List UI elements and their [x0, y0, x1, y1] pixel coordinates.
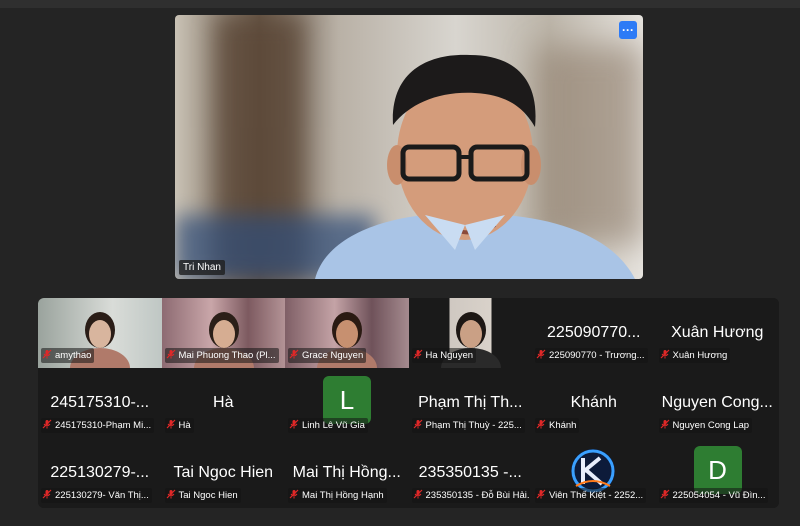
participant-name: amythao [55, 350, 92, 361]
participant-name: Linh Lê Vũ Gia [302, 420, 365, 431]
participant-name-label: Viên Thế Kiệt - 2252... [535, 488, 647, 503]
participant-display-name: Xuân Hương [671, 324, 764, 341]
participant-display-name: Nguyen Cong... [661, 394, 773, 411]
participant-name: Mai Phuong Thao (Pl... [178, 350, 276, 361]
mic-muted-icon [289, 419, 299, 432]
participant-tile[interactable]: 235350135 -... 235350135 - Đỗ Bùi Hải... [408, 438, 532, 508]
participant-tile[interactable]: 245175310-... 245175310-Phạm Mi... [38, 368, 162, 438]
avatar: D [693, 446, 742, 494]
participant-tile[interactable]: 225130279-... 225130279- Văn Thị... [38, 438, 162, 508]
mic-muted-icon [660, 419, 670, 432]
participant-name: 225090770 - Trương... [549, 350, 645, 361]
mic-muted-icon [413, 349, 423, 362]
participant-name-label: amythao [41, 348, 95, 363]
participant-name: Xuân Hương [672, 350, 728, 361]
participant-name: Hà [178, 420, 191, 431]
mic-muted-icon [413, 489, 423, 502]
participant-name: Ha Nguyen [425, 350, 474, 361]
avatar: L [323, 376, 371, 424]
mic-muted-icon [536, 419, 546, 432]
avatar-letter: L [339, 384, 355, 415]
mic-muted-icon [166, 489, 176, 502]
participant-display-name: 245175310-... [50, 394, 150, 411]
participant-name-label: Nguyen Cong Lap [658, 418, 753, 433]
participant-name-label: Linh Lê Vũ Gia [288, 418, 368, 433]
participant-tile[interactable]: Tai Ngoc Hien Tai Ngoc Hien [161, 438, 285, 508]
participant-tile[interactable]: Grace Nguyen [285, 298, 409, 368]
participant-name: 225054054 - Vũ Đìn... [672, 490, 766, 501]
active-speaker-video[interactable]: ··· Tri Nhan [175, 15, 643, 279]
participant-display-name: 235350135 -... [418, 464, 522, 481]
mic-muted-icon [166, 419, 176, 432]
participant-name-label: Khánh [535, 418, 580, 433]
participant-name-label: 225090770 - Trương... [535, 348, 648, 363]
participant-tile[interactable]: Nguyen Cong... Nguyen Cong Lap [655, 368, 779, 438]
participant-tile[interactable]: Ha Nguyen [408, 298, 532, 368]
more-options-button[interactable]: ··· [619, 21, 637, 39]
mic-muted-icon [289, 489, 299, 502]
mic-muted-icon [413, 419, 423, 432]
mic-muted-icon [42, 419, 52, 432]
participant-tile[interactable]: D 225054054 - Vũ Đìn... [655, 438, 779, 508]
mic-muted-icon [536, 489, 546, 502]
participant-display-name: Mai Thị Hồng... [292, 464, 401, 481]
participant-tile[interactable]: 225090770... 225090770 - Trương... [532, 298, 656, 368]
participant-name-label: Ha Nguyen [411, 348, 477, 363]
participant-name: Khánh [549, 420, 577, 431]
participant-display-name: 225090770... [547, 324, 641, 341]
participant-tile[interactable]: Viên Thế Kiệt - 2252... [532, 438, 656, 508]
participant-tile[interactable]: Mai Phuong Thao (Pl... [161, 298, 285, 368]
participant-tile[interactable]: Mai Thị Hồng... Mai Thị Hồng Hạnh [285, 438, 409, 508]
participant-name: Viên Thế Kiệt - 2252... [549, 490, 644, 501]
participant-name-label: Hà [164, 418, 194, 433]
participant-name-label: Phạm Thị Thuỳ - 225... [411, 418, 525, 433]
participant-tile[interactable]: L Linh Lê Vũ Gia [285, 368, 409, 438]
mic-muted-icon [166, 349, 176, 362]
participant-name: Tai Ngoc Hien [178, 490, 238, 501]
mic-muted-icon [42, 349, 52, 362]
participant-gallery: amythao Mai Phuong Thao (Pl... Grace Nguye… [38, 298, 779, 508]
participant-tile[interactable]: amythao [38, 298, 162, 368]
participant-tile[interactable]: Xuân Hương Xuân Hương [655, 298, 779, 368]
participant-name: Nguyen Cong Lap [672, 420, 750, 431]
participant-display-name: Khánh [570, 394, 617, 411]
mic-muted-icon [660, 489, 670, 502]
mic-muted-icon [536, 349, 546, 362]
participant-name: 225130279- Văn Thị... [55, 490, 149, 501]
speaker-person-image [315, 54, 635, 279]
participant-name-label: Grace Nguyen [288, 348, 367, 363]
participant-tile[interactable]: Phạm Thị Th... Phạm Thị Thuỳ - 225... [408, 368, 532, 438]
participant-name-label: Tai Ngoc Hien [164, 488, 241, 503]
participant-name-label: Mai Phuong Thao (Pl... [164, 348, 279, 363]
participant-name-label: Mai Thị Hồng Hạnh [288, 488, 387, 503]
mic-muted-icon [660, 349, 670, 362]
participant-display-name: Tai Ngoc Hien [173, 464, 274, 481]
participant-name: Mai Thị Hồng Hạnh [302, 490, 384, 501]
participant-display-name: 225130279-... [50, 464, 150, 481]
ellipsis-icon: ··· [622, 23, 634, 37]
participant-name-label: 225130279- Văn Thị... [41, 488, 152, 503]
participant-name-label: 245175310-Phạm Mi... [41, 418, 155, 433]
participant-name: 245175310-Phạm Mi... [55, 420, 152, 431]
top-bar [0, 0, 800, 8]
participant-name-label: 235350135 - Đỗ Bùi Hải... [411, 488, 530, 503]
speaker-name-label: Tri Nhan [179, 260, 225, 275]
participant-name-label: 225054054 - Vũ Đìn... [658, 488, 769, 503]
participant-tile[interactable]: Khánh Khánh [532, 368, 656, 438]
participant-tile[interactable]: Hà Hà [161, 368, 285, 438]
participant-display-name: Hà [213, 394, 234, 411]
mic-muted-icon [289, 349, 299, 362]
avatar-letter: D [708, 454, 727, 485]
participant-display-name: Phạm Thị Th... [418, 394, 523, 411]
participant-name: Phạm Thị Thuỳ - 225... [425, 420, 522, 431]
participant-name-label: Xuân Hương [658, 348, 731, 363]
participant-name: 235350135 - Đỗ Bùi Hải... [425, 490, 530, 501]
mic-muted-icon [42, 489, 52, 502]
participant-name: Grace Nguyen [302, 350, 364, 361]
